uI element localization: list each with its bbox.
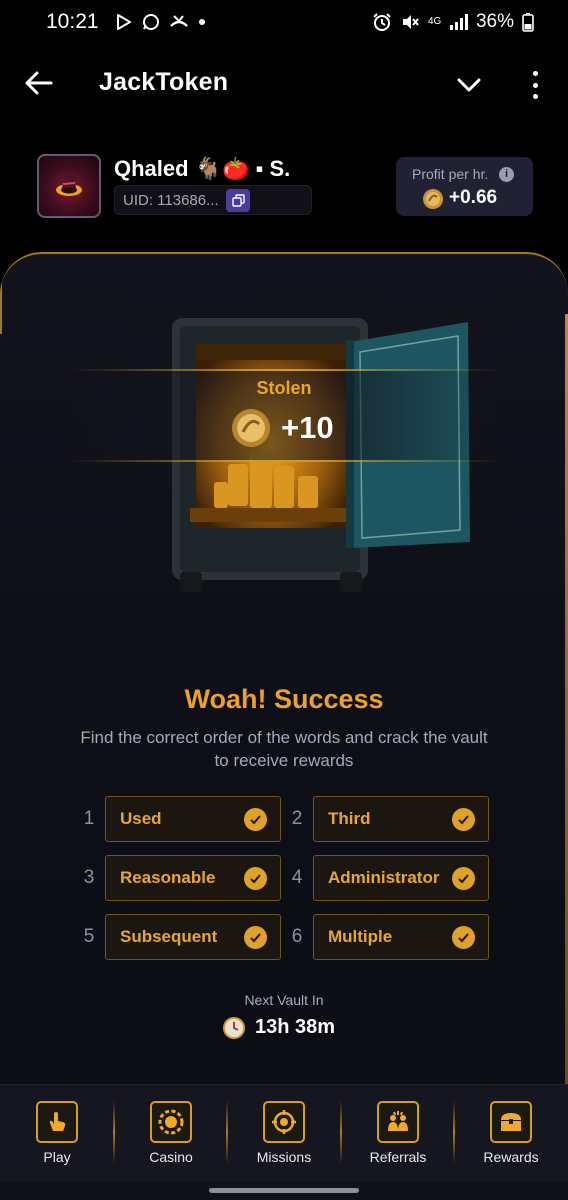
vault-card: Stolen +10 Woah! Success Find the correc… [0, 252, 568, 1092]
word-number: 2 [291, 808, 303, 829]
nav-label: Referrals [369, 1149, 427, 1165]
nav-label: Rewards [483, 1149, 539, 1165]
word-chip-used[interactable]: Used [105, 796, 281, 842]
bottom-nav: Play Casino Missions Referrals Rewards [0, 1084, 568, 1182]
play-store-icon [116, 14, 131, 30]
word-chip-reasonable[interactable]: Reasonable [105, 855, 281, 901]
back-arrow-icon[interactable] [24, 68, 54, 98]
stolen-amount-value: +10 [281, 410, 334, 445]
nav-casino[interactable]: Casino [114, 1099, 228, 1179]
next-vault-label: Next Vault In [244, 992, 324, 1008]
check-icon [244, 808, 267, 831]
word-number: 5 [83, 926, 95, 947]
uid-field: UID: 113686... [114, 185, 312, 215]
word-label: Multiple [328, 927, 393, 946]
chevron-down-icon[interactable] [456, 72, 482, 98]
alarm-icon [373, 13, 391, 31]
info-icon[interactable]: i [499, 167, 514, 182]
tap-hand-icon [49, 1112, 66, 1131]
nav-missions[interactable]: Missions [227, 1099, 341, 1179]
nav-label: Casino [149, 1149, 193, 1165]
word-label: Third [328, 809, 371, 828]
check-icon [452, 867, 475, 890]
nav-label: Play [43, 1149, 71, 1165]
word-label: Subsequent [120, 927, 218, 946]
nav-play[interactable]: Play [0, 1099, 114, 1179]
word-number: 3 [83, 867, 95, 888]
profit-label: Profit per hr. [412, 166, 489, 182]
word-number: 4 [291, 867, 303, 888]
missed-call-icon [169, 15, 188, 27]
copy-uid-button[interactable] [226, 189, 250, 212]
next-vault-timer: 13h 38m [223, 1016, 335, 1039]
word-chip-subsequent[interactable]: Subsequent [105, 914, 281, 960]
nav-rewards[interactable]: Rewards [454, 1099, 568, 1179]
timer-value: 13h 38m [255, 1016, 336, 1038]
avatar[interactable] [37, 154, 101, 218]
check-icon [452, 808, 475, 831]
status-time: 10:21 [46, 10, 99, 33]
status-bar: 10:21 4G 36% [0, 0, 568, 44]
treasure-chest-icon [501, 1113, 521, 1131]
magic-hat-icon [56, 174, 82, 196]
nav-referrals[interactable]: Referrals [341, 1099, 455, 1179]
target-icon [272, 1110, 296, 1134]
nav-label: Missions [256, 1149, 312, 1165]
clock-icon [223, 1016, 245, 1039]
copy-icon [231, 194, 245, 207]
word-number: 6 [291, 926, 303, 947]
kebab-menu-icon[interactable] [530, 71, 540, 99]
coin-icon [232, 409, 270, 447]
check-icon [452, 926, 475, 949]
dot-icon [198, 19, 205, 25]
username: Qhaled 🐐🍅 ▪ S. [114, 156, 291, 181]
instructions-text: Find the correct order of the words and … [80, 728, 488, 770]
check-icon [244, 867, 267, 890]
casino-chip-icon [158, 1109, 184, 1135]
uid-text: UID: 113686... [123, 191, 219, 209]
word-number: 1 [83, 808, 95, 829]
coin-icon [423, 189, 443, 209]
app-title: JackToken [99, 68, 229, 96]
app-bar: JackToken [0, 56, 568, 112]
profit-per-hour-card: Profit per hr. i +0.66 [396, 157, 533, 216]
stolen-amount: +10 [231, 406, 334, 450]
word-label: Administrator [328, 868, 440, 887]
word-chip-administrator[interactable]: Administrator [313, 855, 489, 901]
word-label: Reasonable [120, 868, 216, 887]
word-chip-multiple[interactable]: Multiple [313, 914, 489, 960]
check-icon [244, 926, 267, 949]
success-headline: Woah! Success [184, 684, 384, 714]
network-label: 4G [427, 16, 442, 27]
whatsapp-icon [142, 14, 159, 30]
stolen-label: Stolen [256, 378, 312, 398]
people-icon [388, 1111, 408, 1131]
word-chip-third[interactable]: Third [313, 796, 489, 842]
mute-icon [402, 15, 419, 29]
battery-percent: 36% [475, 11, 514, 32]
profit-value: +0.66 [449, 187, 498, 208]
word-label: Used [120, 809, 162, 828]
signal-icon [449, 14, 468, 30]
battery-icon [522, 13, 534, 32]
gesture-bar[interactable] [0, 1182, 568, 1200]
